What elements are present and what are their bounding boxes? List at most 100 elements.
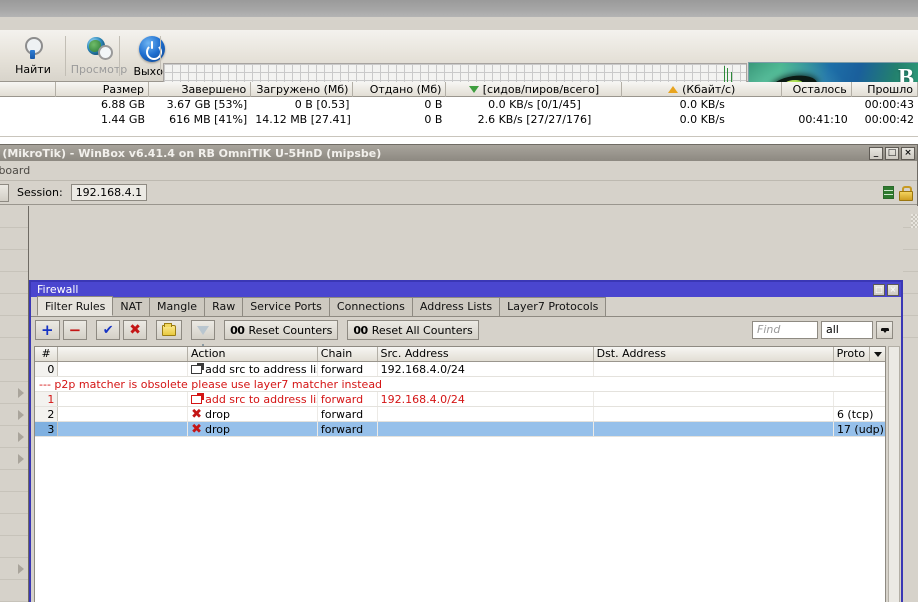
- sidebar-row[interactable]: [0, 360, 28, 382]
- rules-table-header: # Action Chain Src. Address Dst. Address…: [35, 347, 885, 362]
- add-to-address-list-icon: [191, 392, 205, 404]
- col-downloaded[interactable]: Загружено (Мб): [251, 82, 354, 97]
- bitcomet-list-header: Размер Завершено Загружено (Мб) Отдано (…: [0, 82, 918, 97]
- sidebar-row[interactable]: [0, 470, 28, 492]
- cell-dst-address: [594, 407, 834, 421]
- sidebar-row-expandable[interactable]: [0, 382, 28, 404]
- filter-button[interactable]: [191, 320, 216, 348]
- plus-icon: +: [41, 320, 54, 339]
- column-menu-button[interactable]: [870, 347, 885, 361]
- table-row[interactable]: 1.44 GB 616 MB [41%] 14.12 MB [27.41] 0 …: [0, 112, 918, 127]
- cell-index: 0: [35, 362, 59, 376]
- session-value[interactable]: 192.168.4.1: [70, 184, 148, 201]
- col-dst-address[interactable]: Dst. Address: [594, 347, 834, 361]
- session-mode-button[interactable]: e: [0, 183, 9, 202]
- sidebar-row[interactable]: [0, 580, 28, 602]
- restore-button[interactable]: □: [873, 283, 885, 296]
- sidebar-row[interactable]: [0, 338, 28, 360]
- add-rule-button[interactable]: +: [35, 320, 60, 340]
- firewall-title-text: Firewall: [37, 283, 79, 296]
- winbox-menubar[interactable]: ashboard: [0, 161, 917, 181]
- disable-rule-button[interactable]: ✖: [123, 320, 148, 340]
- chevron-right-icon: [18, 453, 24, 464]
- table-row[interactable]: 1 add src to address list forward 192.16…: [35, 392, 885, 407]
- table-row[interactable]: 2 ✖ drop forward 6 (tcp): [35, 407, 885, 422]
- firewall-titlebar[interactable]: Firewall □ ×: [31, 282, 901, 297]
- filter-dropdown-button[interactable]: [876, 321, 893, 339]
- search-icon: [21, 36, 45, 60]
- col-action[interactable]: Action: [188, 347, 318, 361]
- sidebar-row-expandable[interactable]: [0, 448, 28, 470]
- col-download-speed[interactable]: [сидов/пиров/всего]: [446, 82, 623, 97]
- col-size[interactable]: Размер: [56, 82, 150, 97]
- remove-rule-button[interactable]: −: [62, 320, 88, 340]
- col-remaining[interactable]: Осталось: [782, 82, 852, 97]
- tab-mangle[interactable]: Mangle: [149, 297, 206, 316]
- cell-index: 1: [35, 392, 59, 406]
- firewall-toolbar: + − ✔ ✖ 00 Reset Counters 00 Reset All C…: [31, 317, 901, 348]
- vertical-scrollbar[interactable]: [888, 346, 900, 602]
- enable-rule-button[interactable]: ✔: [96, 320, 121, 340]
- minimize-button[interactable]: _: [869, 146, 883, 160]
- sidebar-row[interactable]: [0, 206, 28, 228]
- col-src-address[interactable]: Src. Address: [378, 347, 594, 361]
- col-download-speed-label: [сидов/пиров/всего]: [482, 82, 600, 96]
- sidebar-row[interactable]: [0, 316, 28, 338]
- sidebar-row[interactable]: [0, 272, 28, 294]
- tab-nat[interactable]: NAT: [112, 297, 151, 316]
- col-proto[interactable]: Proto: [834, 347, 871, 361]
- comment-button[interactable]: [156, 320, 183, 340]
- sidebar-row[interactable]: [0, 228, 28, 250]
- cell-flags: [58, 362, 189, 376]
- chevron-down-icon: [873, 351, 882, 357]
- cell-dst-address: [594, 362, 834, 376]
- maximize-button[interactable]: □: [885, 146, 899, 160]
- menu-item-dashboard[interactable]: ashboard: [0, 164, 30, 177]
- cell-action-label: add src to address list: [205, 392, 318, 406]
- tab-address-lists[interactable]: Address Lists: [411, 297, 501, 316]
- col-chain[interactable]: Chain: [318, 347, 378, 361]
- sidebar-row[interactable]: [0, 250, 28, 272]
- sidebar-row[interactable]: [0, 492, 28, 514]
- table-row[interactable]: 3 ✖ drop forward 17 (udp): [35, 422, 885, 437]
- col-upload-speed[interactable]: (Кбайт/с): [622, 82, 782, 97]
- col-flags[interactable]: [58, 347, 189, 361]
- sidebar-row-expandable[interactable]: [0, 558, 28, 580]
- cell-uploaded: 0 B: [424, 113, 443, 126]
- winbox-titlebar[interactable]: 4.1 (MikroTik) - WinBox v6.41.4 on RB Om…: [0, 145, 917, 161]
- col-index[interactable]: #: [35, 347, 59, 361]
- table-row[interactable]: 0 add src to address list forward 192.16…: [35, 362, 885, 377]
- close-button[interactable]: ×: [887, 283, 899, 296]
- filter-select[interactable]: all: [821, 321, 873, 339]
- col-name[interactable]: [0, 82, 57, 97]
- sidebar-row-expandable[interactable]: [0, 404, 28, 426]
- toolbar-separator-2: [119, 36, 120, 76]
- cell-chain: forward: [318, 392, 378, 406]
- col-uploaded[interactable]: Отдано (Мб): [353, 82, 447, 97]
- col-done[interactable]: Завершено: [149, 82, 252, 97]
- cell-proto: 6 (tcp): [836, 407, 874, 421]
- search-input[interactable]: Find: [752, 321, 818, 339]
- sidebar-row-expandable[interactable]: [0, 426, 28, 448]
- bitcomet-torrent-list: Размер Завершено Загружено (Мб) Отдано (…: [0, 82, 918, 144]
- tab-filter-rules[interactable]: Filter Rules: [37, 296, 114, 316]
- tab-service-ports[interactable]: Service Ports: [242, 297, 330, 316]
- signal-bars-icon: [883, 186, 894, 199]
- toolbar-button-find[interactable]: Найти: [2, 32, 64, 80]
- cell-name: [0, 97, 56, 112]
- reset-counters-button[interactable]: 00 Reset Counters: [224, 320, 339, 340]
- cell-upload-speed: 0.0 KB/s: [679, 113, 725, 126]
- close-button[interactable]: ×: [901, 146, 915, 160]
- tab-layer7-protocols[interactable]: Layer7 Protocols: [499, 297, 607, 316]
- sidebar-row[interactable]: [0, 536, 28, 558]
- tab-raw[interactable]: Raw: [204, 297, 244, 316]
- sidebar-row[interactable]: [0, 514, 28, 536]
- cell-upload-speed: 0.0 KB/s: [679, 98, 725, 111]
- tab-connections[interactable]: Connections: [328, 297, 413, 316]
- table-row[interactable]: 6.88 GB 3.67 GB [53%] 0 B [0.53] 0 B 0.0…: [0, 97, 918, 112]
- reset-all-counters-button[interactable]: 00 Reset All Counters: [347, 320, 479, 340]
- sidebar-row[interactable]: [0, 294, 28, 316]
- col-elapsed[interactable]: Прошло: [852, 82, 918, 97]
- power-exit-icon: [139, 36, 165, 62]
- upload-arrow-icon: [668, 86, 679, 93]
